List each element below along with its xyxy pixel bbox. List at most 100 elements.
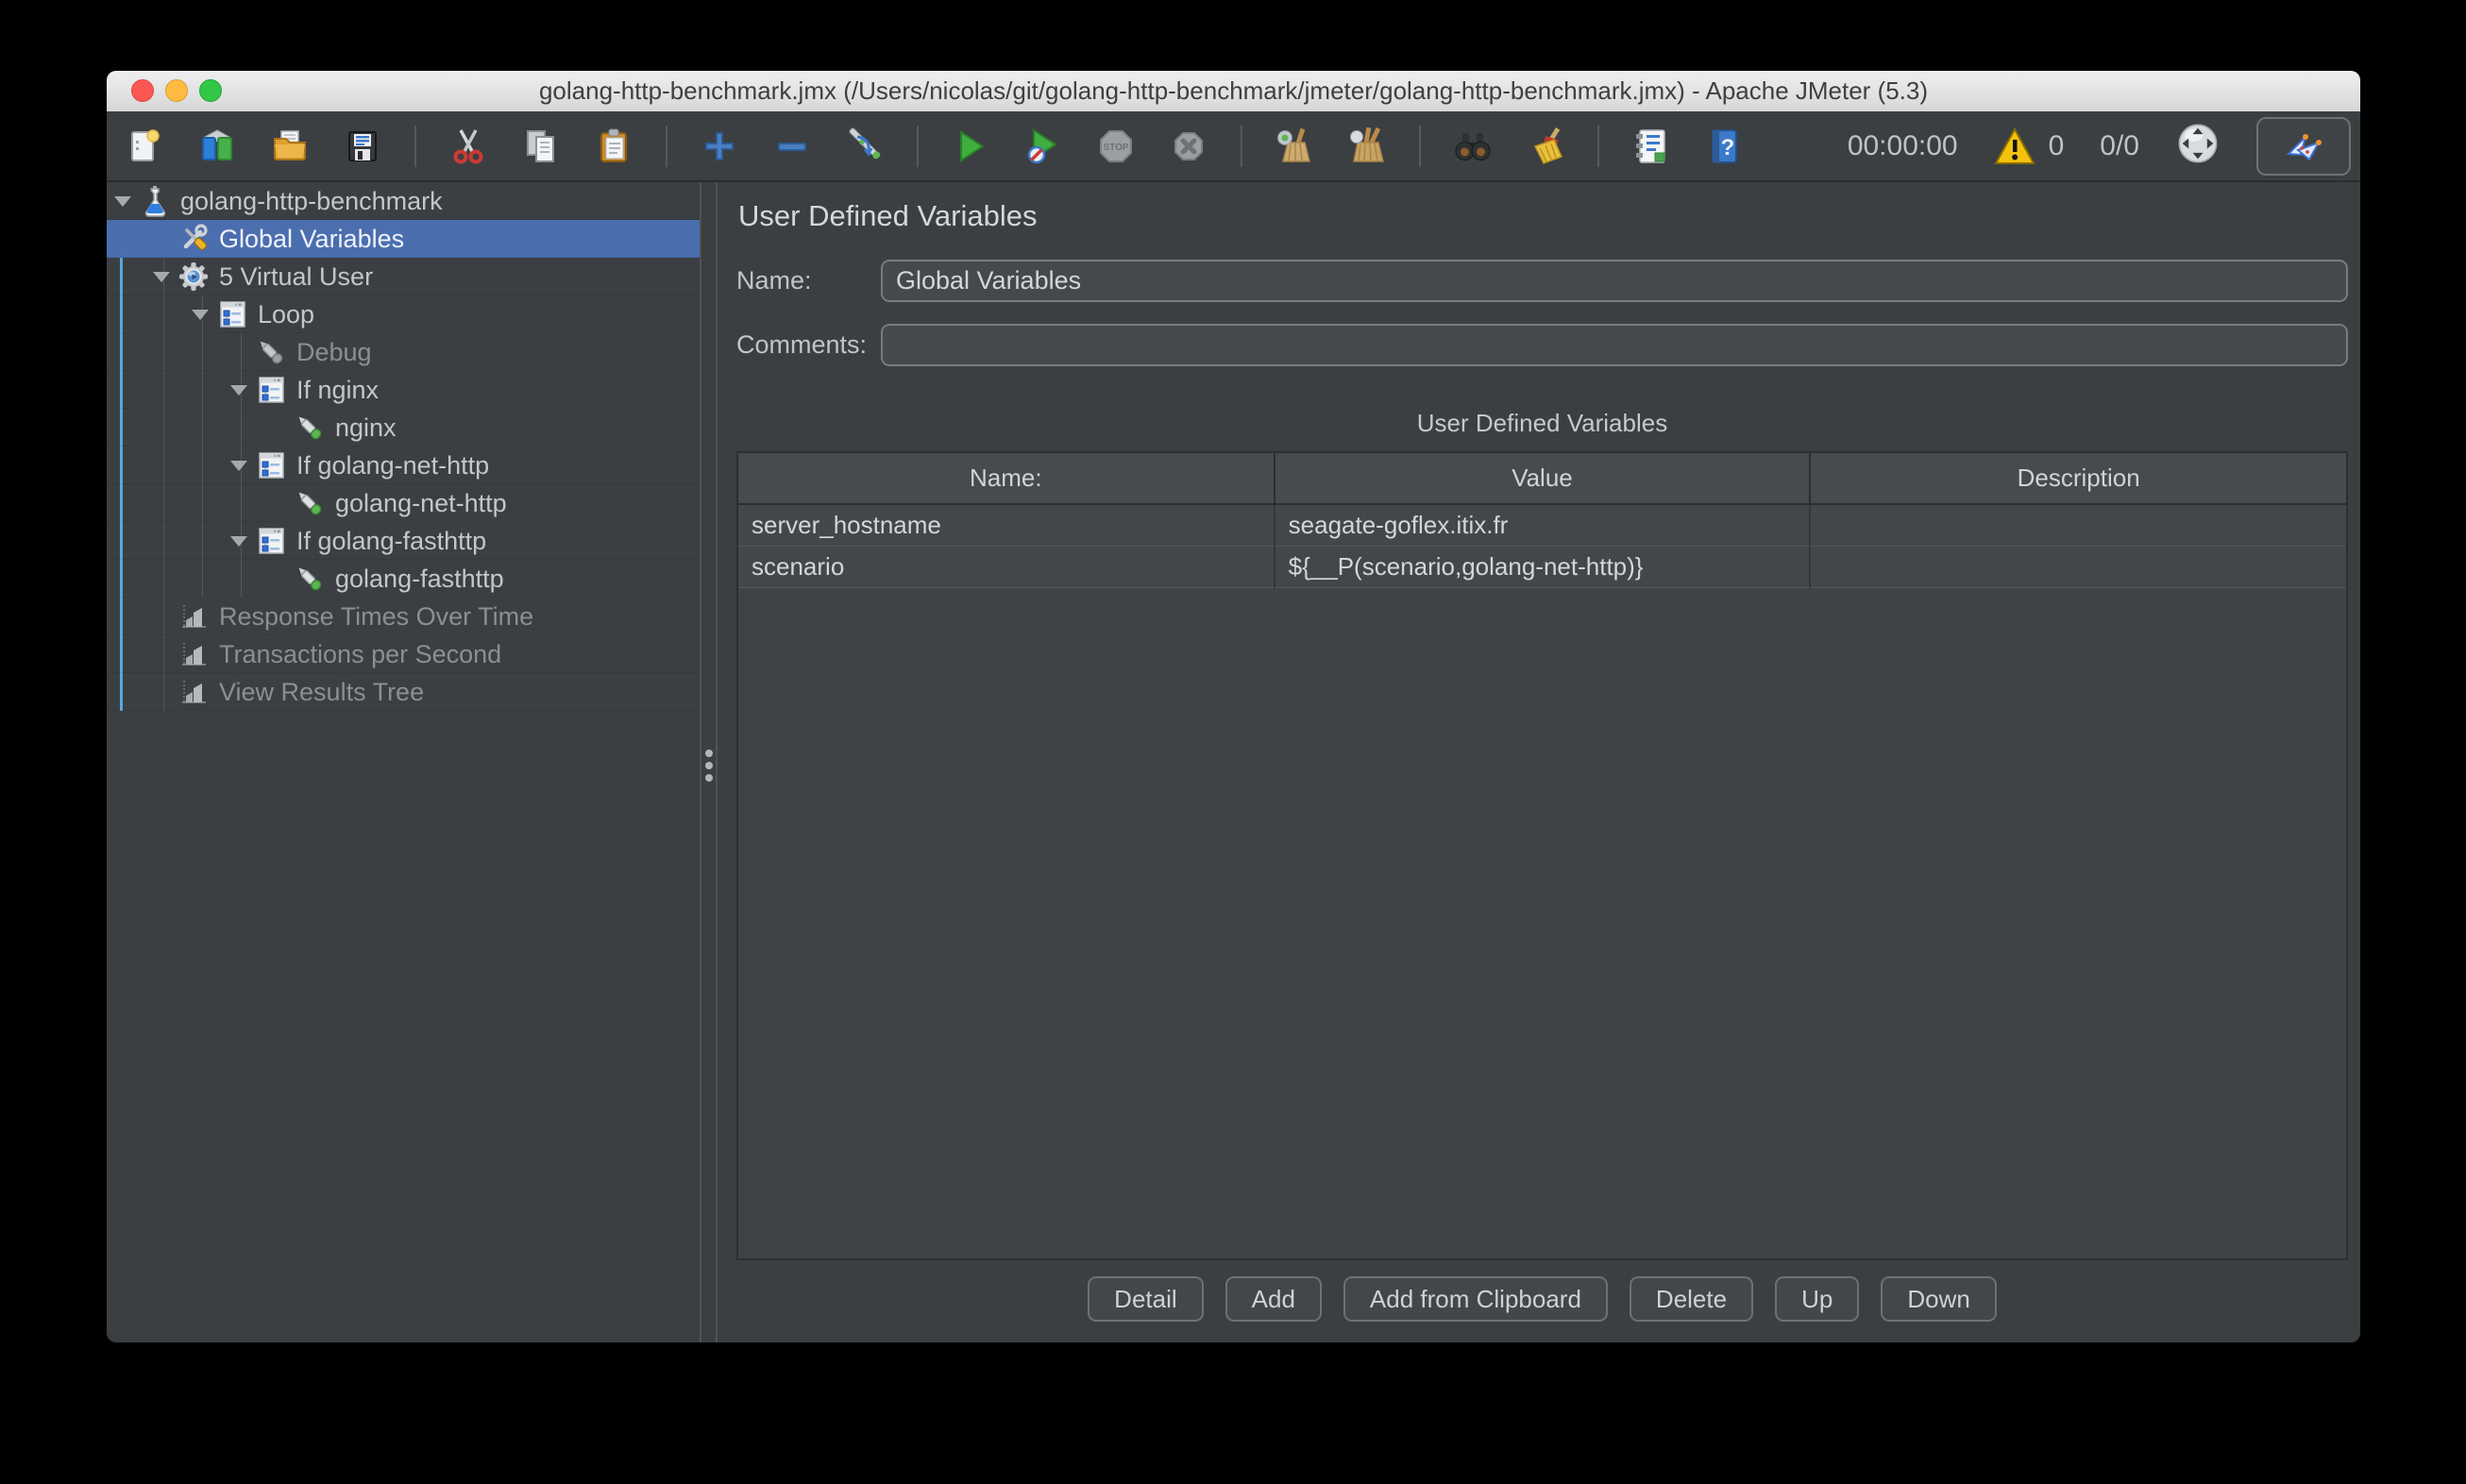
paper-darts-icon — [2281, 126, 2326, 167]
tree-item-label: View Results Tree — [219, 678, 424, 707]
toggle-pens-icon — [844, 126, 886, 167]
sphere-icon[interactable] — [2175, 121, 2221, 171]
tree-item-loop[interactable]: Loop — [107, 295, 700, 333]
svg-text:?: ? — [1721, 135, 1735, 160]
binoculars-icon — [1452, 126, 1494, 167]
down-button[interactable]: Down — [1881, 1276, 1996, 1322]
collapse-arrow-icon[interactable] — [230, 461, 253, 471]
window-controls — [131, 79, 222, 102]
expand-all-button[interactable] — [699, 124, 740, 169]
tree-item-label: 5 Virtual User — [219, 262, 373, 292]
copy-button[interactable] — [520, 124, 562, 169]
tree-item-nginx[interactable]: nginx — [107, 409, 700, 447]
tree-item-debug[interactable]: Debug — [107, 333, 700, 371]
clear-all-button[interactable] — [1346, 124, 1388, 169]
column-header-name: Name: — [738, 453, 1275, 504]
tree-item-label: If golang-fasthttp — [296, 527, 486, 556]
minimize-window-button[interactable] — [165, 79, 188, 102]
variables-table-container: Name: Value Description server_hostname … — [736, 451, 2348, 1260]
function-helper-icon — [1630, 126, 1672, 167]
cell-variable-name[interactable]: scenario — [738, 546, 1275, 587]
elapsed-timer: 00:00:00 — [1848, 130, 1958, 162]
toolbar-separator — [1241, 126, 1242, 167]
log-warning-counter[interactable]: 0 — [1994, 126, 2065, 166]
add-button[interactable]: Add — [1225, 1276, 1322, 1322]
tree-item-if-nginx[interactable]: If nginx — [107, 371, 700, 409]
tree-item-label: Response Times Over Time — [219, 602, 533, 632]
shutdown-button[interactable] — [1168, 124, 1209, 169]
name-input[interactable] — [881, 260, 2348, 302]
templates-icon — [196, 126, 238, 167]
clear-button[interactable] — [1274, 124, 1315, 169]
clear-all-broom-icon — [1346, 126, 1388, 167]
add-from-clipboard-button[interactable]: Add from Clipboard — [1343, 1276, 1608, 1322]
search-button[interactable] — [1452, 124, 1494, 169]
split-pane-divider[interactable] — [701, 182, 718, 1342]
stop-button[interactable]: STOP — [1095, 124, 1137, 169]
paste-button[interactable] — [593, 124, 634, 169]
tree-item-label: Loop — [258, 300, 314, 329]
collapse-arrow-icon[interactable] — [192, 310, 214, 320]
cell-variable-name[interactable]: server_hostname — [738, 504, 1275, 546]
comments-label: Comments: — [736, 330, 881, 360]
search-reset-button[interactable] — [1525, 124, 1566, 169]
tree-item-label: Global Variables — [219, 225, 404, 254]
start-no-timers-icon — [1022, 126, 1064, 167]
splitter-grip-icon[interactable] — [705, 750, 713, 782]
help-button[interactable]: ? — [1703, 124, 1745, 169]
cut-button[interactable] — [448, 124, 489, 169]
minus-icon — [771, 126, 813, 167]
cell-variable-description[interactable] — [1810, 546, 2346, 587]
open-file-button[interactable] — [269, 124, 311, 169]
detail-button[interactable]: Detail — [1088, 1276, 1203, 1322]
active-threads-count: 0/0 — [2100, 130, 2139, 162]
tree-item-thread-group[interactable]: 5 Virtual User — [107, 258, 700, 295]
up-button[interactable]: Up — [1775, 1276, 1859, 1322]
tree-item-if-golang-net-http[interactable]: If golang-net-http — [107, 447, 700, 484]
delete-button[interactable]: Delete — [1630, 1276, 1753, 1322]
tree-item-view-results-tree[interactable]: View Results Tree — [107, 673, 700, 711]
new-file-button[interactable] — [124, 124, 165, 169]
tree-item-label: If nginx — [296, 376, 379, 405]
titlebar: golang-http-benchmark.jmx (/Users/nicola… — [107, 71, 2360, 111]
cell-variable-description[interactable] — [1810, 504, 2346, 546]
cell-variable-value[interactable]: seagate-goflex.itix.fr — [1275, 504, 1811, 546]
save-button[interactable] — [342, 124, 383, 169]
stop-icon: STOP — [1095, 126, 1137, 167]
cell-variable-value[interactable]: ${__P(scenario,golang-net-http)} — [1275, 546, 1811, 587]
test-plan-tree: golang-http-benchmark Global Variables 5… — [107, 182, 701, 1342]
table-actions: Detail Add Add from Clipboard Delete Up … — [736, 1276, 2348, 1322]
page-title: User Defined Variables — [738, 199, 2348, 233]
warning-count: 0 — [2049, 130, 2065, 162]
table-row[interactable]: scenario ${__P(scenario,golang-net-http)… — [738, 546, 2346, 587]
copy-icon — [520, 126, 562, 167]
collapse-arrow-icon[interactable] — [114, 196, 137, 207]
tree-item-global-variables[interactable]: Global Variables — [107, 220, 700, 258]
svg-text:STOP: STOP — [1103, 143, 1128, 153]
tree-item-if-golang-fasthttp[interactable]: If golang-fasthttp — [107, 522, 700, 560]
collapse-arrow-icon[interactable] — [230, 536, 253, 547]
collapse-arrow-icon[interactable] — [153, 272, 176, 282]
toggle-button[interactable] — [844, 124, 886, 169]
table-row[interactable]: server_hostname seagate-goflex.itix.fr — [738, 504, 2346, 546]
tree-item-transactions[interactable]: Transactions per Second — [107, 635, 700, 673]
tree-item-label: golang-fasthttp — [335, 565, 504, 594]
listener-chart-icon — [177, 638, 210, 670]
start-no-timers-button[interactable] — [1022, 124, 1064, 169]
tree-item-label: If golang-net-http — [296, 451, 489, 481]
comments-input[interactable] — [881, 324, 2348, 366]
toolbar-separator — [1419, 126, 1421, 167]
tree-item-test-plan[interactable]: golang-http-benchmark — [107, 182, 700, 220]
start-button[interactable] — [950, 124, 991, 169]
tree-item-response-times[interactable]: Response Times Over Time — [107, 598, 700, 635]
variables-table-caption: User Defined Variables — [736, 409, 2348, 438]
function-helper-button[interactable] — [1630, 124, 1672, 169]
collapse-arrow-icon[interactable] — [230, 385, 253, 396]
toolbar-extra-button[interactable] — [2256, 117, 2351, 176]
templates-button[interactable] — [196, 124, 238, 169]
zoom-window-button[interactable] — [199, 79, 222, 102]
collapse-all-button[interactable] — [771, 124, 813, 169]
close-window-button[interactable] — [131, 79, 154, 102]
tree-item-golang-fasthttp[interactable]: golang-fasthttp — [107, 560, 700, 598]
tree-item-golang-net-http[interactable]: golang-net-http — [107, 484, 700, 522]
